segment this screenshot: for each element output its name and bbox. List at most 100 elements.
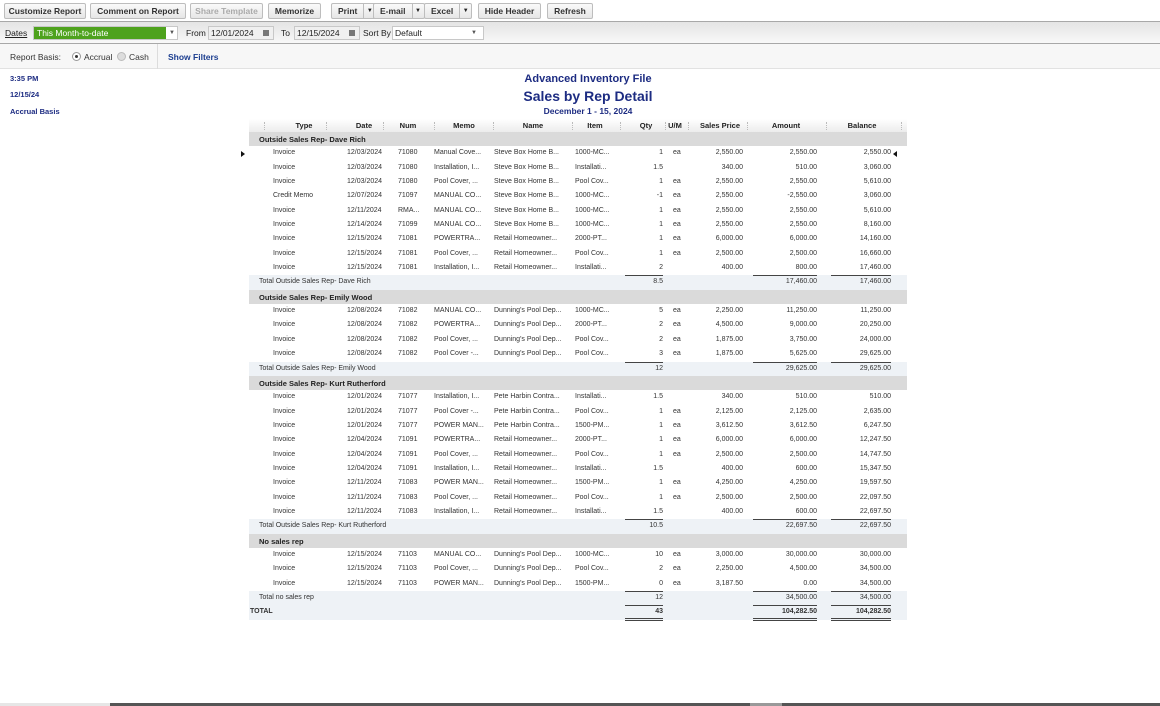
memorize-button[interactable]: Memorize	[268, 3, 321, 19]
table-row[interactable]: Invoice 12/15/2024 71103 POWER MAN... Dunnin…	[249, 577, 907, 591]
cell-sales-price: 2,500.00	[715, 450, 743, 458]
cell-memo: POWER MAN...	[434, 421, 484, 429]
table-row[interactable]: Invoice 12/01/2024 71077 POWER MAN... Pete H…	[249, 419, 907, 433]
from-date-value: 12/01/2024	[211, 28, 254, 38]
cell-date: 12/15/2024	[347, 550, 383, 558]
cell-type: Invoice	[273, 206, 296, 214]
email-button[interactable]: E-mail	[374, 4, 413, 18]
table-row[interactable]: Invoice 12/01/2024 71077 Pool Cover -... Pet…	[249, 405, 907, 419]
share-template-button[interactable]: Share Template	[190, 3, 263, 19]
grand-total-row[interactable]: TOTAL 43 104,282.50 104,282.50	[249, 605, 907, 622]
cell-type: Invoice	[273, 264, 296, 272]
cell-num: 71103	[398, 565, 417, 573]
column-header-memo[interactable]: Memo	[434, 121, 494, 130]
calendar-icon[interactable]	[349, 30, 355, 36]
group-header-row: Outside Sales Rep- Dave Rich	[249, 132, 907, 147]
table-row[interactable]: Invoice 12/11/2024 71083 POWER MAN... Retail…	[249, 476, 907, 490]
cell-num: 71082	[398, 307, 418, 315]
print-button[interactable]: Print	[332, 4, 365, 18]
accrual-radio[interactable]	[72, 52, 81, 61]
table-row[interactable]: Invoice 12/11/2024 71083 Pool Cover, ... Ret…	[249, 491, 907, 505]
column-separator[interactable]	[264, 122, 265, 130]
cell-num: 71082	[398, 335, 418, 343]
group-total-row[interactable]: Total no sales rep 12 34,500.00 34,500.00	[249, 591, 907, 606]
table-row[interactable]: Invoice 12/03/2024 71080 Pool Cover, ... Ste…	[249, 175, 907, 189]
cell-memo: POWERTRA...	[434, 436, 481, 444]
cell-type: Invoice	[273, 221, 296, 229]
column-header-name[interactable]: Name	[503, 121, 563, 130]
table-row[interactable]: Invoice 12/15/2024 71103 Pool Cover, ... Dun…	[249, 562, 907, 576]
column-separator[interactable]	[901, 122, 902, 130]
to-date-field[interactable]: 12/15/2024	[294, 26, 360, 40]
cell-amount: 0.00	[803, 579, 817, 587]
cell-memo: Installation, I...	[434, 163, 480, 171]
table-row[interactable]: Invoice 12/11/2024 71083 Installation, I...…	[249, 505, 907, 519]
column-header-balance[interactable]: Balance	[832, 121, 892, 130]
cell-item: Pool Cov...	[575, 450, 609, 458]
report-table: Type Date Num Memo Name Item Qty U/M Sales Price…	[249, 119, 907, 622]
table-row[interactable]: Invoice 12/04/2024 71091 POWERTRA... Retail …	[249, 433, 907, 447]
cell-num: RMA...	[398, 206, 420, 214]
excel-dropdown-icon[interactable]: ▼	[460, 4, 471, 18]
table-row[interactable]: Invoice 12/15/2024 71081 POWERTRA... Retail …	[249, 232, 907, 246]
table-row[interactable]: Invoice 12/08/2024 71082 Pool Cover, ... Dun…	[249, 333, 907, 347]
group-total-row[interactable]: Total Outside Sales Rep- Emily Wood 12 29,…	[249, 361, 907, 376]
print-split-button: Print ▼	[331, 3, 377, 19]
group-total-row[interactable]: Total Outside Sales Rep- Kurt Rutherford…	[249, 519, 907, 534]
column-header-type[interactable]: Type	[274, 121, 334, 130]
hide-header-button[interactable]: Hide Header	[478, 3, 541, 19]
table-row[interactable]: Invoice 12/01/2024 71077 Installation, I...…	[249, 390, 907, 404]
cell-qty: 1	[659, 493, 663, 501]
table-row[interactable]: Invoice 12/15/2024 71081 Installation, I...…	[249, 261, 907, 275]
cell-um: ea	[673, 436, 681, 444]
comment-on-report-button[interactable]: Comment on Report	[90, 3, 186, 19]
table-row[interactable]: Invoice 12/04/2024 71091 Installation, I...…	[249, 462, 907, 476]
excel-button[interactable]: Excel	[425, 4, 461, 18]
table-row[interactable]: Invoice 12/04/2024 71091 Pool Cover, ... Ret…	[249, 448, 907, 462]
cell-qty: 10	[655, 550, 663, 558]
email-dropdown-icon[interactable]: ▼	[413, 4, 424, 18]
table-row[interactable]: Invoice 12/08/2024 71082 Pool Cover -... Dun…	[249, 347, 907, 361]
subtotal-underline	[753, 605, 817, 607]
cell-um: ea	[673, 565, 681, 573]
cash-label[interactable]: Cash	[129, 52, 149, 62]
cell-type: Invoice	[273, 335, 296, 343]
table-row[interactable]: Invoice 12/03/2024 71080 Installation, I...…	[249, 161, 907, 175]
dates-dropdown[interactable]: This Month-to-date ▼	[33, 26, 178, 40]
column-separator[interactable]	[826, 122, 827, 130]
table-row[interactable]: Invoice 12/08/2024 71082 POWERTRA... Dunning…	[249, 318, 907, 332]
table-row[interactable]: Invoice 12/11/2024 RMA... MANUAL CO... Steve…	[249, 204, 907, 218]
group-total-row[interactable]: Total Outside Sales Rep- Dave Rich 8.5 17,…	[249, 275, 907, 290]
cell-date: 12/01/2024	[347, 421, 383, 429]
table-row[interactable]: Invoice 12/15/2024 71081 Pool Cover, ... Ret…	[249, 247, 907, 261]
row-pointer-icon	[241, 151, 245, 157]
table-row[interactable]: Invoice 12/08/2024 71082 MANUAL CO... Dunnin…	[249, 304, 907, 318]
cell-type: Invoice	[273, 407, 296, 415]
refresh-button[interactable]: Refresh	[547, 3, 593, 19]
cell-amount: 2,500.00	[789, 450, 817, 458]
cell-name: Steve Box Home B...	[494, 192, 559, 200]
table-row[interactable]: Invoice 12/03/2024 71080 Manual Cove... Stev…	[249, 146, 907, 160]
show-filters-link[interactable]: Show Filters	[168, 52, 219, 62]
cell-name: Dunning's Pool Dep...	[494, 550, 562, 558]
cash-radio[interactable]	[117, 52, 126, 61]
cell-um: ea	[673, 192, 681, 200]
cell-name: Dunning's Pool Dep...	[494, 307, 562, 315]
from-date-field[interactable]: 12/01/2024	[208, 26, 274, 40]
sort-by-dropdown[interactable]: Default ▼	[392, 26, 484, 40]
cell-qty: 1	[659, 436, 663, 444]
calendar-icon[interactable]	[263, 30, 269, 36]
chevron-down-icon: ▼	[169, 30, 175, 36]
cell-um: ea	[673, 493, 681, 501]
column-header-num[interactable]: Num	[378, 121, 438, 130]
table-row[interactable]: Invoice 12/14/2024 71099 MANUAL CO... Steve …	[249, 218, 907, 232]
table-row[interactable]: Credit Memo 12/07/2024 71097 MANUAL CO... St…	[249, 189, 907, 203]
customize-report-button[interactable]: Customize Report	[4, 3, 86, 19]
cell-memo: POWER MAN...	[434, 579, 484, 587]
cell-name: Dunning's Pool Dep...	[494, 350, 562, 358]
table-row[interactable]: Invoice 12/15/2024 71103 MANUAL CO... Dunnin…	[249, 548, 907, 562]
column-header-amount[interactable]: Amount	[756, 121, 816, 130]
accrual-label[interactable]: Accrual	[84, 52, 112, 62]
cell-sales-price: 2,550.00	[715, 192, 743, 200]
column-header-sales-price[interactable]: Sales Price	[690, 121, 750, 130]
